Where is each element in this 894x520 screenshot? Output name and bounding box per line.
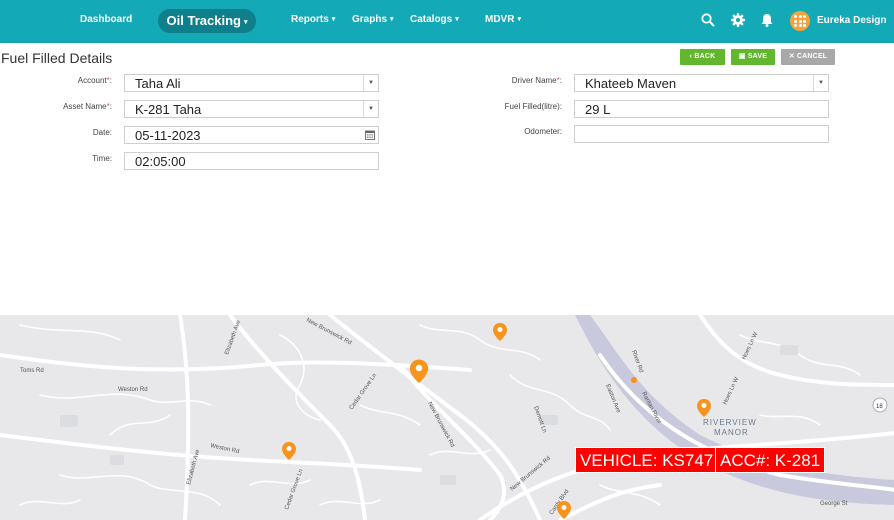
nav-graphs[interactable]: Graphs ▾ [352, 14, 394, 25]
time-label: Time: [92, 154, 112, 163]
place-label: RIVERVIEW [703, 418, 757, 427]
time-field[interactable]: 02:05:00 [124, 152, 379, 170]
chevron-down-icon: ▾ [390, 16, 394, 23]
chevron-down-icon: ▾ [243, 19, 248, 26]
chevron-down-icon: ▼ [363, 75, 378, 91]
page-title: Fuel Filled Details [1, 50, 113, 66]
calendar-icon[interactable] [365, 130, 375, 140]
date-label: Date: [92, 128, 112, 137]
date-value: 05-11-2023 [135, 128, 201, 143]
save-button[interactable]: ▣ SAVE [731, 49, 775, 65]
map-view[interactable]: Toms Rd Weston Rd Weston Rd Elizabeth Av… [0, 315, 894, 520]
place-label: MANOR [714, 428, 749, 437]
location-dot-icon [631, 377, 637, 383]
back-label: BACK [694, 53, 716, 60]
nav-reports[interactable]: Reports ▾ [291, 14, 335, 25]
account-select[interactable]: Taha Ali ▼ [124, 74, 379, 92]
search-icon[interactable] [700, 12, 716, 28]
back-button[interactable]: ‹ BACK [680, 49, 725, 65]
account-label: Account*: [77, 76, 112, 85]
driver-name-select[interactable]: Khateeb Maven ▼ [574, 74, 829, 92]
avatar[interactable] [790, 11, 810, 31]
asset-name-value: K-281 Taha [135, 102, 202, 117]
date-field[interactable]: 05-11-2023 [124, 126, 379, 144]
fuel-filled-field[interactable]: 29 L [574, 100, 829, 118]
odometer-field[interactable] [574, 125, 829, 143]
cancel-button[interactable]: ✕ CANCEL [781, 49, 835, 65]
nav-mdvr-label: MDVR [485, 14, 515, 25]
driver-name-label: Driver Name*: [511, 76, 562, 85]
bell-icon[interactable] [759, 12, 775, 28]
fuel-filled-panel: Fuel Filled Details ‹ BACK ▣ SAVE ✕ CANC… [0, 43, 894, 315]
nav-oil-tracking[interactable]: Oil Tracking ▾ [158, 9, 256, 33]
nav-catalogs-label: Catalogs [410, 14, 453, 25]
user-name[interactable]: Eureka Design [817, 15, 886, 26]
floppy-icon: ▣ [738, 53, 748, 60]
gear-icon[interactable] [730, 12, 746, 28]
fuel-filled-value: 29 L [585, 102, 611, 117]
vehicle-tag: VEHICLE: KS747 [575, 447, 719, 473]
nav-catalogs[interactable]: Catalogs ▾ [410, 14, 459, 25]
asset-name-select[interactable]: K-281 Taha ▼ [124, 100, 379, 118]
close-icon: ✕ [788, 53, 797, 60]
account-tag: ACC#: K-281 [715, 447, 826, 473]
nav-oil-tracking-label: Oil Tracking [166, 13, 241, 28]
nav-graphs-label: Graphs [352, 14, 388, 25]
cancel-label: CANCEL [796, 53, 828, 60]
chevron-down-icon: ▼ [363, 101, 378, 117]
chevron-down-icon: ▾ [455, 16, 459, 23]
chevron-down-icon: ▾ [331, 16, 336, 23]
map-canvas[interactable]: Toms Rd Weston Rd Weston Rd Elizabeth Av… [0, 315, 894, 520]
fuel-filled-label: Fuel Filled(litre): [504, 102, 562, 111]
top-navbar: Dashboard Oil Tracking ▾ Reports ▾ Graphs ▾… [0, 0, 894, 43]
route-shield-label: 18 [876, 404, 883, 410]
street-label: Weston Rd [118, 387, 148, 393]
street-label: Toms Rd [20, 368, 44, 374]
nav-dashboard[interactable]: Dashboard [80, 14, 132, 25]
save-label: SAVE [747, 53, 768, 60]
time-value: 02:05:00 [135, 154, 186, 169]
odometer-label: Odometer: [524, 127, 562, 136]
chevron-down-icon: ▾ [517, 16, 521, 23]
driver-name-value: Khateeb Maven [585, 76, 677, 91]
street-label: George St [820, 501, 848, 507]
nav-reports-label: Reports [291, 14, 329, 25]
chevron-down-icon: ▼ [813, 75, 828, 91]
asset-name-label: Asset Name*: [63, 102, 112, 111]
account-value: Taha Ali [135, 76, 181, 91]
nav-mdvr[interactable]: MDVR ▾ [485, 14, 521, 25]
